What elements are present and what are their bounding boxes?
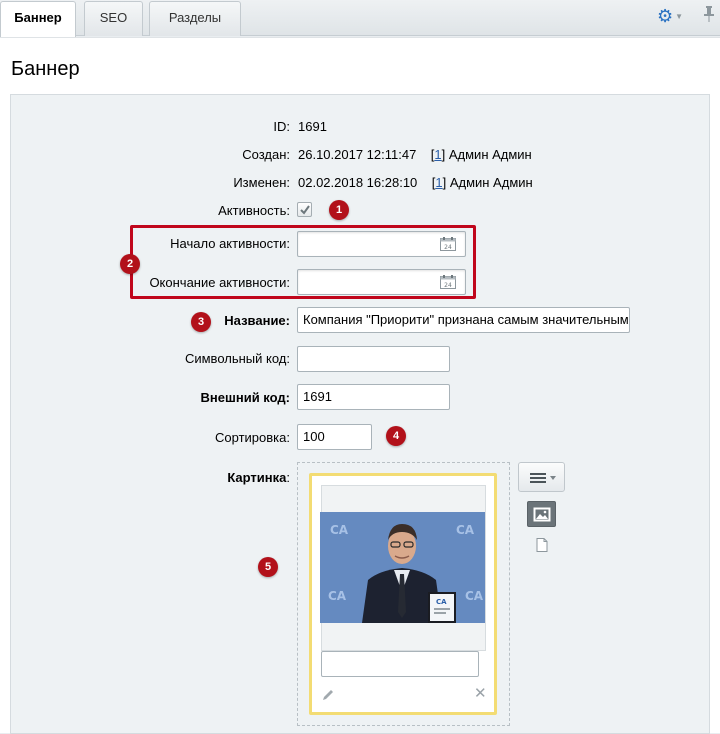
xml-id-input[interactable]: 1691	[297, 384, 450, 410]
calendar-icon[interactable]: 24	[440, 237, 456, 251]
banner-photo[interactable]: CA CA CA CA CA	[320, 512, 485, 623]
picture-label-text: Картинка	[227, 470, 287, 485]
svg-text:CA: CA	[436, 598, 447, 606]
picture-menu-button[interactable]	[518, 462, 565, 492]
annotation-badge-1: 1	[329, 200, 349, 220]
tab-sections[interactable]: Разделы	[149, 1, 241, 36]
id-value: 1691	[298, 119, 327, 134]
image-mode-button[interactable]	[527, 501, 556, 527]
check-icon	[300, 205, 310, 215]
annotation-badge-4: 4	[386, 426, 406, 446]
tab-banner[interactable]: Баннер	[0, 1, 76, 37]
image-icon	[533, 507, 551, 522]
menu-icon	[530, 473, 556, 483]
sort-input[interactable]: 100	[297, 424, 372, 450]
modified-date: 02.02.2018 16:28:10	[298, 175, 418, 190]
close-icon[interactable]: ✕	[474, 686, 487, 701]
active-from-input[interactable]: 24	[297, 231, 466, 257]
modified-user-link[interactable]: 1	[435, 175, 442, 190]
modified-row: 02.02.2018 16:28:10 [1] Админ Админ	[298, 175, 533, 190]
edit-icon[interactable]	[322, 688, 335, 701]
modified-user-name: Админ Админ	[449, 175, 533, 190]
created-label: Создан:	[242, 147, 290, 162]
settings-button[interactable]: ⚙ ▼	[657, 6, 687, 26]
picture-label: Картинка:	[10, 470, 290, 485]
annotation-badge-5: 5	[258, 557, 278, 577]
svg-text:24: 24	[444, 244, 452, 251]
name-label: Название:	[224, 313, 290, 328]
tab-bar: Баннер SEO Разделы ⚙ ▼	[0, 0, 720, 37]
svg-text:CA: CA	[330, 523, 349, 537]
svg-text:CA: CA	[456, 523, 475, 537]
gear-icon: ⚙	[657, 6, 674, 26]
tab-seo[interactable]: SEO	[84, 1, 143, 36]
active-label: Активность:	[218, 203, 290, 218]
svg-text:24: 24	[444, 282, 452, 289]
id-label: ID:	[273, 119, 290, 134]
created-row: 26.10.2017 12:11:47 [1] Админ Админ	[298, 147, 532, 162]
created-date: 26.10.2017 12:11:47	[298, 147, 417, 162]
modified-label: Изменен:	[233, 175, 290, 190]
picture-description-input[interactable]	[321, 651, 479, 677]
svg-text:CA: CA	[328, 589, 347, 603]
svg-text:CA: CA	[465, 589, 484, 603]
xml-id-label: Внешний код:	[200, 390, 290, 405]
pin-icon[interactable]	[703, 5, 715, 23]
created-user-name: Админ Админ	[448, 147, 532, 162]
active-checkbox[interactable]	[297, 202, 312, 217]
name-input[interactable]: Компания "Приорити" признана самым значи…	[297, 307, 630, 333]
picture-label-colon: :	[286, 470, 290, 485]
sort-label: Сортировка:	[215, 430, 290, 445]
page-title: Баннер	[11, 58, 80, 80]
file-icon[interactable]	[536, 538, 548, 552]
active-from-label: Начало активности:	[170, 236, 290, 251]
created-user-link[interactable]: 1	[434, 147, 441, 162]
code-label: Символьный код:	[184, 351, 290, 366]
code-input[interactable]	[297, 346, 450, 372]
chevron-down-icon: ▼	[675, 12, 684, 22]
annotation-badge-2: 2	[120, 254, 140, 274]
calendar-icon[interactable]: 24	[440, 275, 456, 289]
active-to-input[interactable]: 24	[297, 269, 466, 295]
active-to-label: Окончание активности:	[149, 275, 290, 290]
